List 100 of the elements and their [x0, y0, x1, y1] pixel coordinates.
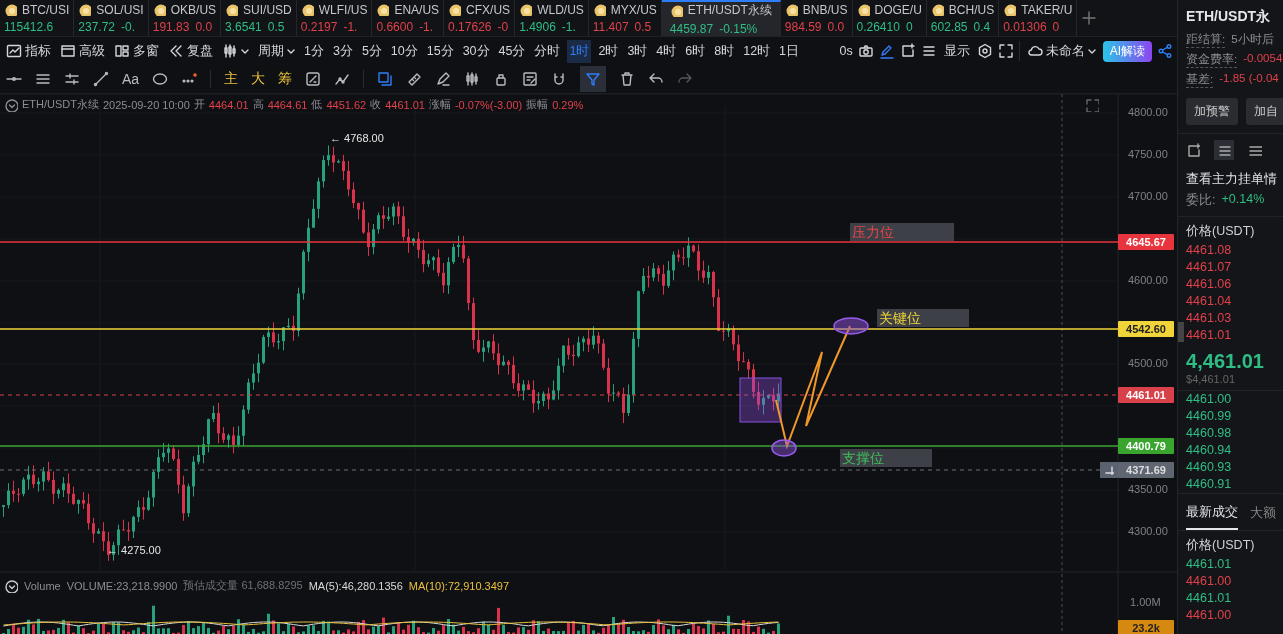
interval-tab[interactable]: 1分: [302, 39, 326, 63]
candlestick-icon: [222, 43, 238, 59]
ticker-tab[interactable]: ENA/US 0.6600 -1.: [372, 0, 445, 36]
axis-label: 1.00M: [1130, 596, 1161, 608]
camera-icon[interactable]: [857, 43, 874, 59]
template-icon[interactable]: [305, 71, 322, 87]
trades-tab[interactable]: 大额: [1250, 503, 1277, 530]
ticker-symbol: WLD/US: [537, 2, 584, 17]
interval-tab[interactable]: 10分: [388, 39, 420, 63]
add-frame-icon[interactable]: [899, 43, 916, 59]
period-dropdown[interactable]: 周期: [256, 40, 297, 62]
toolbar-button[interactable]: 复盘: [166, 40, 215, 62]
add-icon[interactable]: [1081, 10, 1098, 26]
ratio-value: +0.14%: [1221, 192, 1265, 208]
indicator-button[interactable]: 大: [251, 70, 266, 88]
interval-tab[interactable]: 15分: [424, 39, 456, 63]
plus-icon: [1104, 465, 1114, 475]
ticker-tab[interactable]: BTC/USI 115412.6: [0, 0, 75, 36]
field-label: 开: [193, 97, 205, 112]
coin-icon: [784, 3, 798, 16]
rewind-icon: [168, 43, 184, 59]
field-label: 收: [370, 97, 382, 112]
interval-tab[interactable]: 3时: [625, 39, 650, 63]
ticker-price: 3.6541: [225, 19, 262, 34]
sliders-icon[interactable]: [64, 71, 80, 87]
note-icon[interactable]: [522, 71, 539, 87]
ticker-tab[interactable]: OKB/US 191.83 0.0: [148, 0, 222, 36]
share-icon[interactable]: [1157, 43, 1174, 59]
panel-button[interactable]: 加预警: [1186, 98, 1239, 125]
interval-tab[interactable]: 6时: [683, 39, 708, 63]
trash-icon[interactable]: [619, 71, 636, 87]
toolbar-button[interactable]: 指标: [4, 40, 53, 62]
interval-tab[interactable]: 1日: [777, 39, 802, 63]
interval-tab[interactable]: 8时: [712, 39, 737, 63]
axis-label: 4350.00: [1128, 483, 1168, 495]
panel-handle[interactable]: [1178, 322, 1185, 342]
price-tag: 4371.69: [1118, 462, 1174, 478]
ticker-tab[interactable]: BCH/US 602.85 0.4: [926, 0, 1000, 36]
candlestick-icon[interactable]: [464, 71, 481, 87]
order-book-icon[interactable]: [1214, 140, 1235, 160]
interval-tab[interactable]: 12时: [741, 39, 773, 63]
collapse-icon[interactable]: [4, 578, 18, 593]
interval-tab[interactable]: 2时: [596, 39, 621, 63]
ruler-icon[interactable]: [406, 71, 423, 87]
ticker-symbol: BCH/US: [948, 2, 995, 17]
interval-tab[interactable]: 1时: [567, 39, 592, 63]
ticker-tab[interactable]: WLD/US 1.4906 -1.: [515, 0, 589, 36]
ticker-price: 191.83: [152, 19, 190, 34]
ticker-price: 115412.6: [4, 19, 54, 34]
ticker-tab[interactable]: SOL/USI 237.72 -0.: [74, 0, 149, 36]
fullscreen-icon[interactable]: [997, 43, 1014, 59]
add-alert-button[interactable]: [1100, 462, 1118, 478]
interval-tab[interactable]: 30分: [460, 39, 492, 63]
trade-price: 4461.01: [1186, 556, 1232, 573]
expand-icon[interactable]: [1085, 98, 1099, 112]
indicator-button[interactable]: 筹: [278, 70, 293, 88]
interval-tab[interactable]: 3分: [330, 39, 355, 63]
text-tool[interactable]: Aa: [122, 71, 140, 87]
interval-tab[interactable]: 分时: [532, 39, 563, 63]
fiat-price: $4,461.01: [1178, 373, 1283, 391]
settings-icon[interactable]: [976, 43, 993, 59]
interval-tab[interactable]: 45分: [496, 39, 528, 63]
pen-icon[interactable]: [878, 43, 895, 59]
ticker-tab[interactable]: WLFI/US 0.2197 -1.: [296, 0, 373, 36]
ticker-tab[interactable]: CFX/US 0.17626 -0: [444, 0, 516, 36]
interval-tab[interactable]: 5分: [359, 39, 384, 63]
trend-line-icon[interactable]: [93, 71, 109, 87]
toolbar-button[interactable]: 多窗: [112, 40, 161, 62]
bid-price: 4460.94: [1186, 442, 1232, 459]
ticker-change: 0.5: [634, 19, 652, 34]
layers-icon[interactable]: [377, 71, 394, 87]
pencil-icon[interactable]: [435, 71, 452, 87]
panel-button[interactable]: 加自: [1246, 98, 1283, 125]
ellipse-icon[interactable]: [152, 71, 169, 87]
indicator-button[interactable]: 主: [224, 70, 239, 88]
display-button[interactable]: 显示: [941, 40, 972, 62]
channel-lines-icon[interactable]: [35, 71, 51, 87]
bid-price: 4460.99: [1186, 408, 1232, 425]
toolbar-button[interactable]: 高级: [58, 40, 107, 62]
ticker-tab[interactable]: MYX/US 11.407 0.5: [588, 0, 662, 36]
ticker-tab[interactable]: TAKER/U 0.01306 0: [999, 0, 1078, 36]
layout-dropdown[interactable]: 未命名: [1024, 40, 1098, 62]
ticker-tab[interactable]: DOGE/U 0.26410 0: [852, 0, 927, 36]
menu-icon[interactable]: [920, 43, 937, 59]
add-frame-icon[interactable]: [1186, 143, 1201, 157]
ticker-price: 0.6600: [376, 19, 414, 34]
filter-icon[interactable]: [580, 66, 607, 92]
ticker-tab[interactable]: ETH/USDT永续 4459.87 -0.15%: [661, 0, 781, 36]
ask-price: 4461.06: [1186, 276, 1232, 293]
ticker-price: 0.17626: [448, 19, 492, 34]
ticker-tab[interactable]: SUI/USD 3.6541 0.5: [221, 0, 297, 36]
collapse-icon[interactable]: [4, 97, 18, 112]
coin-icon: [856, 3, 870, 16]
ticker-symbol: BNB/US: [802, 2, 848, 17]
depth-title[interactable]: 查看主力挂单情: [1178, 166, 1283, 190]
interval-tab[interactable]: 4时: [654, 39, 679, 63]
list-icon[interactable]: [1248, 143, 1263, 157]
ticker-tab[interactable]: BNB/US 984.59 0.0: [780, 0, 853, 36]
highlight-rectangle: [739, 377, 782, 423]
trades-tab[interactable]: 最新成交: [1186, 503, 1239, 530]
